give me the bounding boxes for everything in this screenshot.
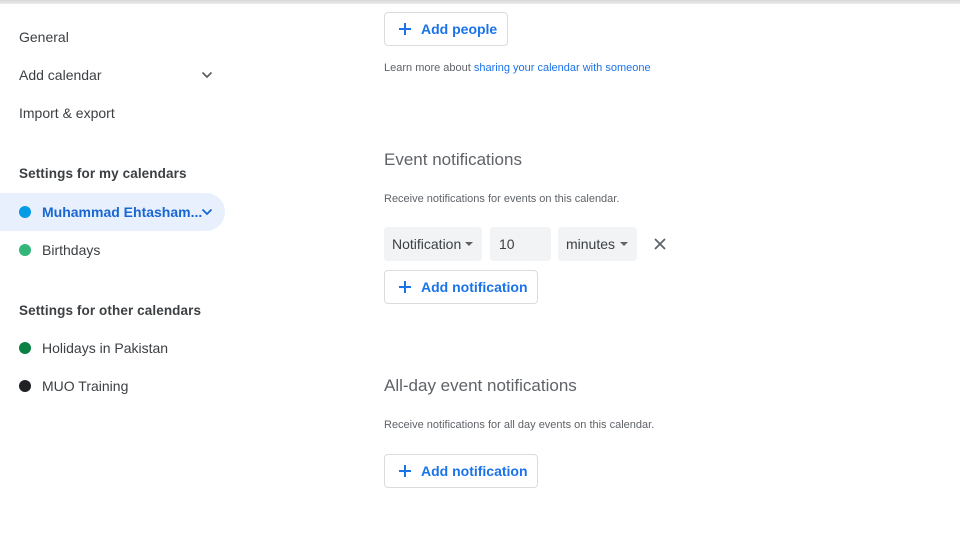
sharing-help-text: Learn more about sharing your calendar w… <box>384 62 651 74</box>
add-allday-notification-button[interactable]: Add notification <box>384 454 538 488</box>
notification-amount-input[interactable]: 10 <box>490 227 551 261</box>
sidebar-item-holidays[interactable]: Holidays in Pakistan <box>0 329 225 367</box>
notification-amount-value: 10 <box>499 236 515 252</box>
add-people-button[interactable]: Add people <box>384 12 508 46</box>
notification-unit-value: minutes <box>566 236 616 252</box>
calendar-label: Muhammad Ehtasham... <box>42 204 203 220</box>
close-icon[interactable] <box>652 236 668 252</box>
chevron-down-icon[interactable] <box>199 67 215 83</box>
add-notification-label: Add notification <box>421 279 528 295</box>
sharing-help-link[interactable]: sharing your calendar with someone <box>474 62 651 74</box>
notification-unit-select[interactable]: minutes <box>558 227 637 261</box>
plus-icon <box>399 23 411 35</box>
settings-sidebar: General Add calendar Import & export Set… <box>0 0 240 535</box>
calendar-label: Holidays in Pakistan <box>42 340 169 356</box>
sidebar-item-muo-training[interactable]: MUO Training <box>0 367 225 405</box>
add-people-label: Add people <box>421 21 498 37</box>
add-notification-label: Add notification <box>421 463 528 479</box>
my-calendars-heading: Settings for my calendars <box>19 166 187 181</box>
calendar-label: Birthdays <box>42 242 101 258</box>
event-notifications-description: Receive notifications for events on this… <box>384 193 620 205</box>
nav-add-calendar[interactable]: Add calendar <box>19 65 102 85</box>
calendar-color-dot <box>19 206 31 218</box>
calendar-color-dot <box>19 342 31 354</box>
sidebar-item-birthdays[interactable]: Birthdays <box>0 231 225 269</box>
nav-general[interactable]: General <box>19 27 69 47</box>
add-event-notification-button[interactable]: Add notification <box>384 270 538 304</box>
calendar-label: MUO Training <box>42 378 129 394</box>
nav-import-export[interactable]: Import & export <box>19 103 115 123</box>
plus-icon <box>399 465 411 477</box>
chevron-down-icon[interactable] <box>199 204 215 220</box>
other-calendars-heading: Settings for other calendars <box>19 303 202 318</box>
learn-more-prefix: Learn more about <box>384 62 474 74</box>
notification-type-select[interactable]: Notification <box>384 227 482 261</box>
notification-type-value: Notification <box>392 236 462 252</box>
allday-notifications-description: Receive notifications for all day events… <box>384 419 655 431</box>
plus-icon <box>399 281 411 293</box>
dropdown-caret-icon <box>465 242 473 246</box>
sidebar-item-my-calendar[interactable]: Muhammad Ehtasham... <box>0 193 225 231</box>
allday-notifications-title: All-day event notifications <box>384 376 577 395</box>
calendar-color-dot <box>19 380 31 392</box>
calendar-color-dot <box>19 244 31 256</box>
event-notifications-title: Event notifications <box>384 150 522 169</box>
dropdown-caret-icon <box>620 242 628 246</box>
